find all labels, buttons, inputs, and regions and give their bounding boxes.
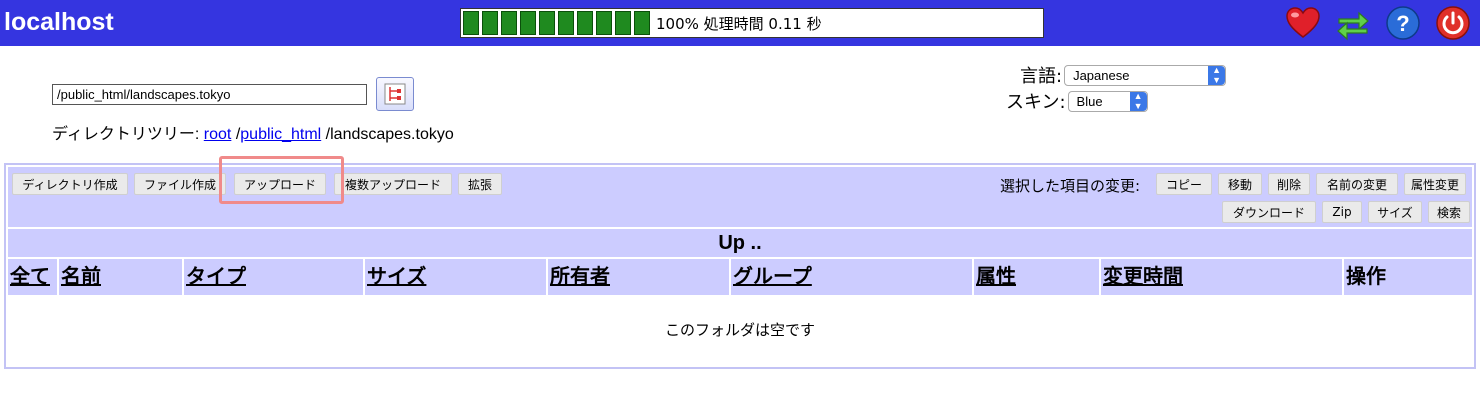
column-group-label[interactable]: グループ xyxy=(733,266,812,288)
column-group[interactable]: グループ xyxy=(731,259,972,295)
progress-cell xyxy=(558,11,574,35)
tree-icon xyxy=(384,83,406,105)
column-type[interactable]: タイプ xyxy=(184,259,363,295)
column-modified-time-label[interactable]: 変更時間 xyxy=(1103,266,1183,288)
copy-button[interactable]: コピー xyxy=(1156,173,1212,195)
skin-row: スキン: Blue ▲ ▼ xyxy=(1006,88,1148,114)
extend-button[interactable]: 拡張 xyxy=(458,173,502,195)
progress-text: 100% 処理時間 0.11 秒 xyxy=(656,14,822,33)
select-arrows-icon: ▲ ▼ xyxy=(1129,91,1147,111)
column-actions-label: 操作 xyxy=(1346,266,1386,288)
path-input[interactable] xyxy=(52,84,367,105)
progress-cell xyxy=(501,11,517,35)
column-modified-time[interactable]: 変更時間 xyxy=(1101,259,1342,295)
directory-tree-button[interactable] xyxy=(376,77,414,111)
skin-value: Blue xyxy=(1076,93,1103,109)
heart-icon[interactable] xyxy=(1284,4,1322,42)
change-attributes-button[interactable]: 属性変更 xyxy=(1404,173,1466,195)
column-size-label[interactable]: サイズ xyxy=(367,266,426,288)
column-attributes[interactable]: 属性 xyxy=(974,259,1099,295)
dirtree-public-html-link[interactable]: public_html xyxy=(240,126,321,143)
column-owner[interactable]: 所有者 xyxy=(548,259,729,295)
power-icon[interactable] xyxy=(1434,4,1472,42)
progress-cell xyxy=(577,11,593,35)
progress-bar: 100% 処理時間 0.11 秒 xyxy=(460,8,1044,38)
help-icon[interactable]: ? xyxy=(1384,4,1422,42)
site-title: localhost xyxy=(4,8,114,36)
progress-cell xyxy=(539,11,555,35)
multi-upload-button[interactable]: 複数アップロード xyxy=(334,173,452,195)
column-name[interactable]: 名前 xyxy=(59,259,182,295)
download-button[interactable]: ダウンロード xyxy=(1222,201,1316,223)
column-size[interactable]: サイズ xyxy=(365,259,546,295)
language-row: 言語: Japanese ▲ ▼ xyxy=(1020,62,1227,88)
upload-highlight-box xyxy=(219,156,344,204)
column-attributes-label[interactable]: 属性 xyxy=(976,266,1016,288)
skin-select[interactable]: Blue ▲ ▼ xyxy=(1067,90,1148,112)
search-button[interactable]: 検索 xyxy=(1428,201,1470,223)
column-select-all[interactable]: 全て xyxy=(8,259,57,295)
zip-button[interactable]: Zip xyxy=(1322,201,1362,223)
table-header: 全て 名前 タイプ サイズ 所有者 グループ 属性 変更時間 操作 xyxy=(8,259,1472,295)
move-button[interactable]: 移動 xyxy=(1218,173,1262,195)
size-button[interactable]: サイズ xyxy=(1368,201,1422,223)
language-label: 言語: xyxy=(1020,66,1063,87)
progress-cell xyxy=(634,11,650,35)
empty-folder-message: このフォルダは空です xyxy=(664,321,815,339)
progress-cell xyxy=(520,11,536,35)
rename-button[interactable]: 名前の変更 xyxy=(1316,173,1398,195)
column-select-all-label[interactable]: 全て xyxy=(10,266,50,288)
parent-directory-row[interactable]: Up .. xyxy=(8,229,1472,257)
svg-text:?: ? xyxy=(1396,11,1409,36)
dirtree-current: landscapes.tokyo xyxy=(330,126,454,143)
header-bar: localhost 100% 処理時間 0.11 秒 ? xyxy=(0,0,1480,46)
progress-cell xyxy=(463,11,479,35)
dirtree-root-link[interactable]: root xyxy=(204,126,232,143)
refresh-icon[interactable] xyxy=(1334,4,1372,42)
directory-tree-breadcrumb: ディレクトリツリー: root /public_html /landscapes… xyxy=(52,120,454,144)
column-actions: 操作 xyxy=(1344,259,1472,295)
column-owner-label[interactable]: 所有者 xyxy=(550,266,610,288)
column-name-label[interactable]: 名前 xyxy=(61,266,101,288)
select-arrows-icon: ▲ ▼ xyxy=(1208,65,1226,85)
skin-label: スキン: xyxy=(1006,92,1066,113)
create-directory-button[interactable]: ディレクトリ作成 xyxy=(12,173,128,195)
dirtree-label: ディレクトリツリー: xyxy=(52,126,200,143)
progress-cell xyxy=(482,11,498,35)
language-select[interactable]: Japanese ▲ ▼ xyxy=(1064,64,1227,86)
progress-cell xyxy=(596,11,612,35)
progress-cell xyxy=(615,11,631,35)
language-value: Japanese xyxy=(1073,67,1130,83)
create-file-button[interactable]: ファイル作成 xyxy=(134,173,226,195)
selected-items-label: 選択した項目の変更: xyxy=(1000,177,1141,195)
progress-fill xyxy=(461,9,652,37)
column-type-label[interactable]: タイプ xyxy=(186,266,246,288)
delete-button[interactable]: 削除 xyxy=(1268,173,1310,195)
